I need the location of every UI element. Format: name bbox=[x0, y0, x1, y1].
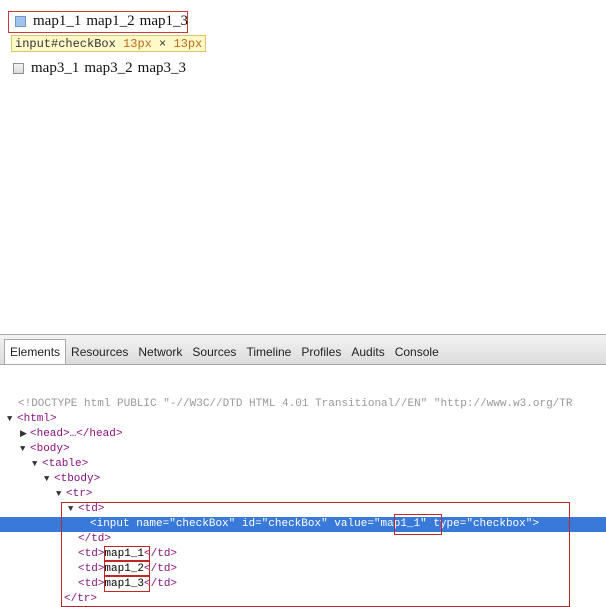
annotation-box-value bbox=[394, 514, 442, 535]
node-body[interactable]: ▼ <body> bbox=[20, 442, 606, 457]
tooltip-height: 13px bbox=[173, 37, 203, 51]
tab-profiles[interactable]: Profiles bbox=[296, 340, 346, 364]
node-head[interactable]: ▶ <head>…</head> bbox=[20, 427, 606, 442]
tooltip-selector: input#checkBox bbox=[15, 37, 116, 51]
cell-map3-3: map3_3 bbox=[137, 59, 186, 76]
cell-map1-3: map1_3 bbox=[139, 12, 188, 29]
doctype-line: <!DOCTYPE html PUBLIC "-//W3C//DTD HTML … bbox=[18, 398, 573, 410]
expanded-triangle-icon[interactable]: ▼ bbox=[56, 487, 66, 502]
expanded-triangle-icon[interactable]: ▼ bbox=[32, 457, 42, 472]
annotation-box-cell-1 bbox=[104, 546, 150, 561]
table-row-1: map1_1 map1_2 map1_3 bbox=[9, 12, 193, 30]
node-tr[interactable]: ▼ <tr> bbox=[56, 487, 606, 502]
cell-map1-1: map1_1 bbox=[33, 12, 82, 29]
expanded-triangle-icon[interactable]: ▼ bbox=[7, 412, 17, 427]
tab-audits[interactable]: Audits bbox=[346, 340, 389, 364]
annotation-box-cell-2 bbox=[104, 561, 150, 576]
checkbox-map1[interactable] bbox=[15, 15, 26, 27]
tab-sources[interactable]: Sources bbox=[187, 340, 241, 364]
node-tbody[interactable]: ▼ <tbody> bbox=[44, 472, 606, 487]
tooltip-times: × bbox=[159, 37, 167, 51]
checkbox-map3[interactable] bbox=[13, 62, 24, 74]
node-html[interactable]: ▼ <html> bbox=[7, 412, 606, 427]
cell-map3-1: map3_1 bbox=[31, 59, 80, 76]
devtools-tabbar: Elements Resources Network Sources Timel… bbox=[0, 335, 606, 365]
tooltip-width: 13px bbox=[123, 37, 152, 51]
tab-timeline[interactable]: Timeline bbox=[241, 340, 296, 364]
cell-map3-2: map3_2 bbox=[84, 59, 133, 76]
collapsed-triangle-icon[interactable]: ▶ bbox=[20, 427, 30, 442]
tab-resources[interactable]: Resources bbox=[66, 340, 133, 364]
expanded-triangle-icon[interactable]: ▼ bbox=[20, 442, 30, 457]
inspect-tooltip: input#checkBox 13px × 13px bbox=[11, 35, 207, 52]
tab-elements[interactable]: Elements bbox=[4, 339, 67, 364]
expanded-triangle-icon[interactable]: ▼ bbox=[44, 472, 54, 487]
tab-network[interactable]: Network bbox=[133, 340, 187, 364]
node-table[interactable]: ▼ <table> bbox=[32, 457, 606, 472]
annotation-box-cell-3 bbox=[104, 576, 150, 592]
cell-map1-2: map1_2 bbox=[86, 12, 135, 29]
devtools-panel: Elements Resources Network Sources Timel… bbox=[0, 334, 606, 607]
table-row-3: map3_1 map3_2 map3_3 bbox=[13, 59, 191, 77]
tab-console[interactable]: Console bbox=[390, 340, 444, 364]
